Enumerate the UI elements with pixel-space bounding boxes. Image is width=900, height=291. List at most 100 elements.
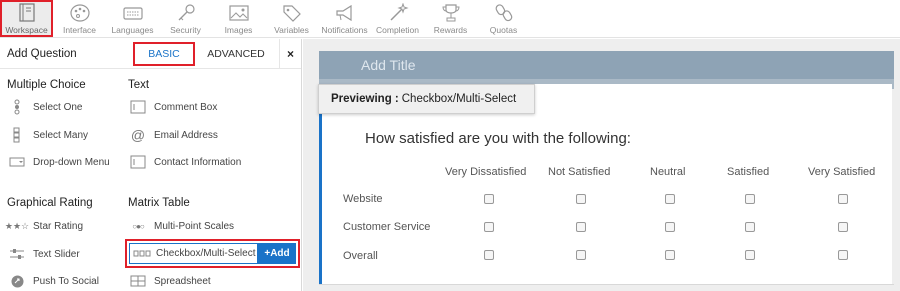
- toolbar-workspace[interactable]: Workspace: [0, 0, 53, 37]
- matrix-checkbox[interactable]: [838, 194, 848, 204]
- toolbar-rewards[interactable]: Rewards: [424, 0, 477, 37]
- checkbox-list-icon: [7, 127, 27, 143]
- matrix-checkbox[interactable]: [576, 194, 586, 204]
- matrix-checkbox[interactable]: [665, 194, 675, 204]
- close-button[interactable]: ×: [279, 39, 301, 69]
- key-icon: [178, 4, 195, 21]
- preview-area: Add Title Previewing : Checkbox/Multi-Se…: [303, 39, 900, 291]
- item-multi-point-scales[interactable]: ○●○ Multi-Point Scales: [128, 217, 234, 235]
- section-multiple-choice: Multiple Choice: [7, 79, 86, 91]
- multi-point-icon: ○●○: [132, 221, 145, 231]
- matrix-checkbox[interactable]: [484, 194, 494, 204]
- item-contact-information[interactable]: Contact Information: [128, 153, 241, 171]
- toolbar-notifications[interactable]: Notifications: [318, 0, 371, 37]
- toolbar-images[interactable]: Images: [212, 0, 265, 37]
- item-label: Multi-Point Scales: [154, 220, 235, 232]
- row-label: Overall: [343, 250, 378, 262]
- column-header: Not Satisfied: [548, 166, 611, 178]
- previewing-tag: Previewing : Checkbox/Multi-Select: [318, 84, 535, 114]
- matrix-checkbox[interactable]: [484, 222, 494, 232]
- item-label: Select Many: [33, 129, 89, 141]
- matrix-checkbox[interactable]: [745, 250, 755, 260]
- add-title-text: Add Title: [361, 57, 416, 73]
- matrix-checkbox[interactable]: [665, 250, 675, 260]
- row-label: Customer Service: [343, 221, 431, 233]
- item-checkbox-multi-select[interactable]: Checkbox/Multi-Select +Add: [125, 239, 300, 268]
- item-label: Contact Information: [154, 156, 242, 168]
- item-label: Spreadsheet: [154, 275, 211, 287]
- toolbar-security[interactable]: Security: [159, 0, 212, 37]
- toolbar-label: Quotas: [489, 25, 518, 35]
- toolbar-label: Images: [224, 25, 253, 35]
- item-star-rating[interactable]: ★★☆ Star Rating: [4, 217, 84, 235]
- toolbar-variables[interactable]: Variables: [265, 0, 318, 37]
- item-dropdown-menu[interactable]: Drop-down Menu: [7, 153, 110, 171]
- matrix-checkbox[interactable]: [576, 250, 586, 260]
- section-text: Text: [128, 79, 150, 91]
- item-select-many[interactable]: Select Many: [7, 126, 88, 144]
- column-header: Satisfied: [727, 166, 770, 178]
- question-card: [319, 84, 892, 284]
- section-graphical-rating: Graphical Rating: [7, 197, 93, 209]
- column-header: Very Satisfied: [808, 166, 876, 178]
- radio-list-icon: [7, 99, 27, 115]
- matrix-checkbox[interactable]: [745, 222, 755, 232]
- image-icon: [228, 5, 249, 21]
- keyboard-icon: [122, 7, 143, 20]
- toolbar-label: Completion: [376, 25, 419, 35]
- checkbox-matrix-icon: [132, 250, 152, 258]
- item-label: Select One: [33, 101, 83, 113]
- matrix-checkbox[interactable]: [484, 250, 494, 260]
- item-label: Text Slider: [33, 248, 80, 260]
- item-label: Star Rating: [33, 220, 84, 232]
- toolbar-label: Rewards: [433, 25, 468, 35]
- matrix-checkbox[interactable]: [838, 222, 848, 232]
- slider-icon: [7, 248, 27, 260]
- toolbar-interface[interactable]: Interface: [53, 0, 106, 37]
- tab-basic[interactable]: BASIC: [133, 42, 195, 66]
- toolbar-completion[interactable]: Completion: [371, 0, 424, 37]
- toolbar-quotas[interactable]: Quotas: [477, 0, 530, 37]
- item-label: Checkbox/Multi-Select: [156, 248, 256, 259]
- toolbar-label: Security: [170, 25, 201, 35]
- top-toolbar: Workspace Interface Languages Security I…: [0, 0, 900, 38]
- item-label: Email Address: [154, 129, 218, 141]
- spreadsheet-icon: [128, 275, 148, 287]
- item-select-one[interactable]: Select One: [7, 98, 82, 116]
- item-email-address[interactable]: @ Email Address: [128, 126, 218, 144]
- matrix-checkbox[interactable]: [838, 250, 848, 260]
- add-button[interactable]: +Add: [258, 243, 296, 264]
- matrix-checkbox[interactable]: [745, 194, 755, 204]
- item-label: Push To Social: [33, 275, 99, 287]
- matrix-checkbox[interactable]: [665, 222, 675, 232]
- matrix-checkbox[interactable]: [576, 222, 586, 232]
- section-matrix-table: Matrix Table: [128, 197, 190, 209]
- column-header: Very Dissatisfied: [445, 166, 527, 178]
- at-sign-icon: @: [130, 127, 146, 143]
- link-icon: [495, 4, 512, 22]
- toolbar-languages[interactable]: Languages: [106, 0, 159, 37]
- text-box-icon: [128, 100, 148, 114]
- item-comment-box[interactable]: Comment Box: [128, 98, 217, 116]
- question-text: How satisfied are you with the following…: [365, 130, 631, 147]
- previewing-label: Previewing :: [331, 93, 399, 105]
- row-label: Website: [343, 193, 383, 205]
- wand-icon: [389, 3, 409, 21]
- add-question-panel: Add Question BASIC ADVANCED × Multiple C…: [0, 39, 302, 291]
- tab-advanced[interactable]: ADVANCED: [205, 42, 267, 66]
- card-divider: [319, 284, 894, 285]
- item-text-slider[interactable]: Text Slider: [7, 245, 80, 263]
- contact-box-icon: [128, 155, 148, 169]
- dropdown-icon: [7, 156, 27, 168]
- item-push-to-social[interactable]: Push To Social: [7, 272, 99, 290]
- item-label: Comment Box: [154, 101, 218, 113]
- add-title-bar[interactable]: Add Title: [319, 51, 894, 79]
- item-label: Drop-down Menu: [33, 156, 110, 168]
- checkbox-multi-select-option[interactable]: Checkbox/Multi-Select: [129, 243, 258, 264]
- toolbar-label: Workspace: [5, 25, 48, 35]
- toolbar-label: Languages: [111, 25, 154, 35]
- stars-icon: ★★☆: [4, 220, 30, 231]
- trophy-icon: [441, 4, 460, 22]
- item-spreadsheet[interactable]: Spreadsheet: [128, 272, 211, 290]
- tag-icon: [282, 5, 301, 22]
